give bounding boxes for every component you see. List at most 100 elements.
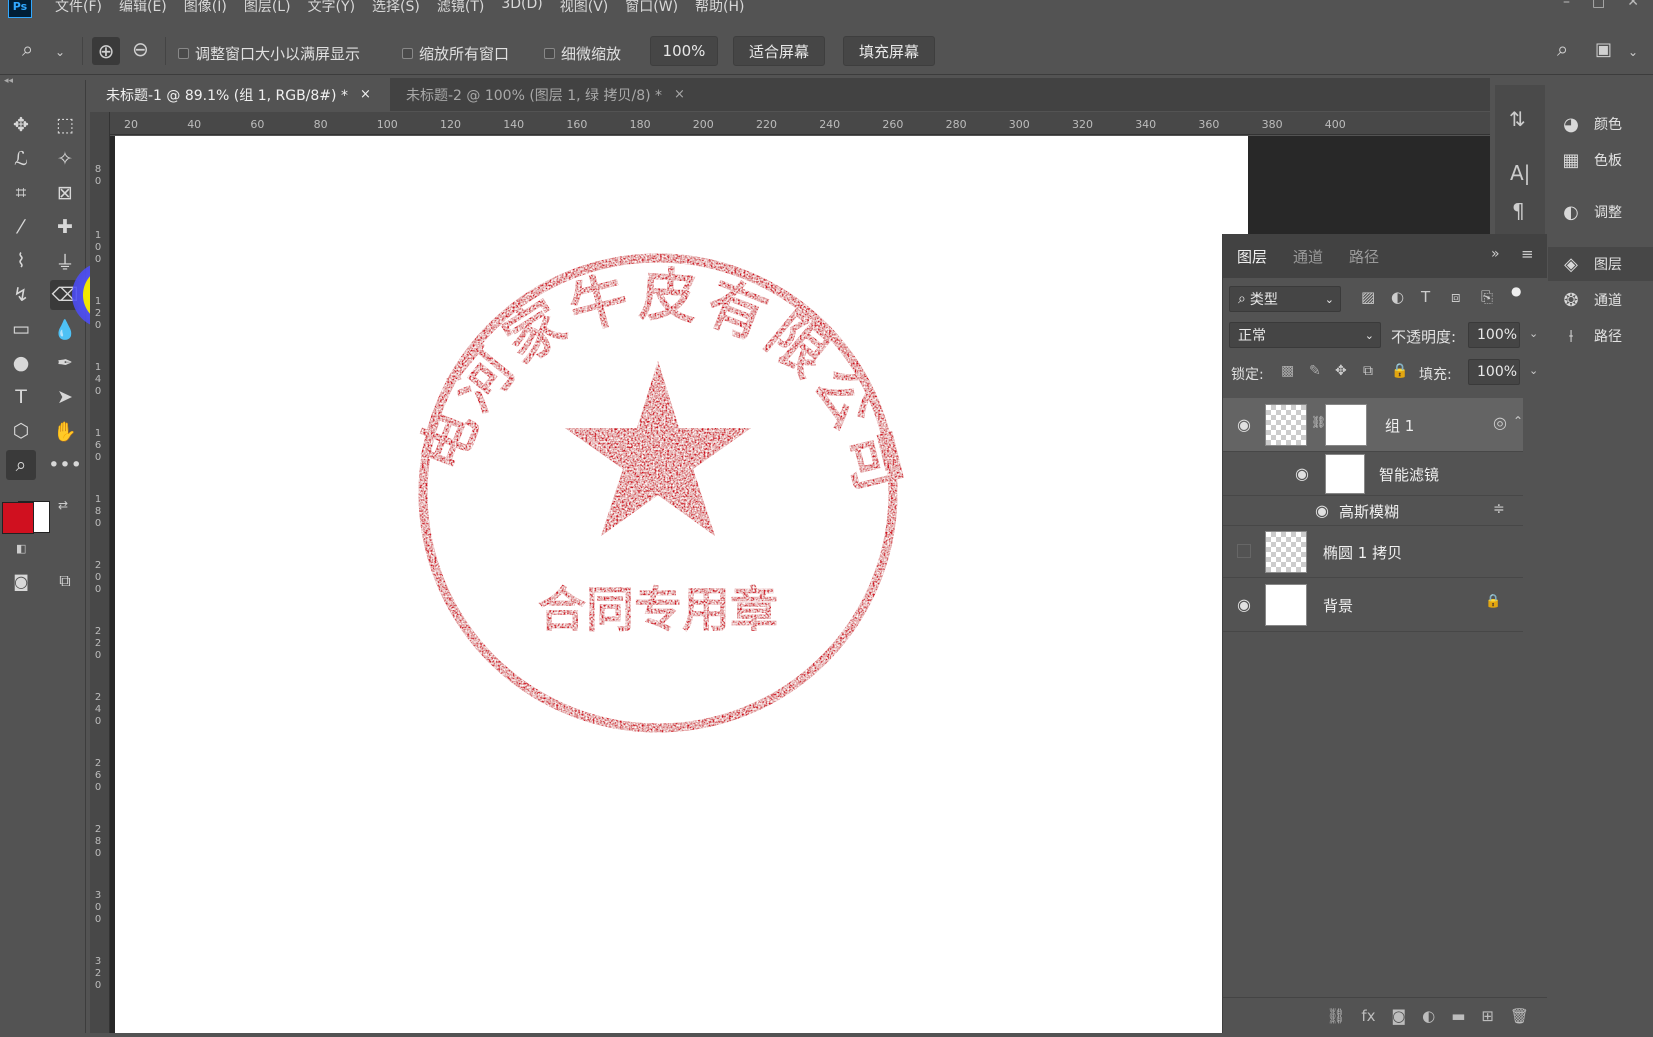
- close-icon[interactable]: ×: [360, 87, 371, 102]
- eyedropper-icon[interactable]: ⁄: [6, 212, 36, 242]
- default-colors-icon[interactable]: ◧: [16, 542, 26, 555]
- link-icon[interactable]: ⛓: [1311, 415, 1326, 429]
- layer-filter-select[interactable]: ⌕ 类型 ⌄: [1229, 286, 1341, 312]
- lock-all-icon[interactable]: 🔒: [1391, 363, 1408, 379]
- filter-toggle-icon[interactable]: ●: [1511, 284, 1521, 298]
- chevron-down-icon[interactable]: ⌄: [1529, 364, 1538, 377]
- menu-type[interactable]: 文字(Y): [308, 0, 355, 16]
- zoom-tool-preset-icon[interactable]: ⌕: [22, 37, 33, 61]
- checkbox-box[interactable]: [178, 48, 189, 59]
- add-mask-icon[interactable]: ◙: [1392, 1007, 1407, 1025]
- path-select-icon[interactable]: ➤: [50, 382, 80, 412]
- tab-paths[interactable]: 路径: [1349, 246, 1379, 267]
- lasso-tool-icon[interactable]: ℒ: [6, 144, 36, 174]
- resize-windows-checkbox[interactable]: 调整窗口大小以满屏显示: [178, 43, 360, 64]
- menu-3d[interactable]: 3D(D): [501, 0, 542, 16]
- lock-image-icon[interactable]: ✎: [1309, 363, 1321, 379]
- menu-select[interactable]: 选择(S): [372, 0, 420, 16]
- tab-layers[interactable]: 图层: [1237, 246, 1267, 267]
- chevron-down-icon[interactable]: ⌄: [55, 45, 65, 59]
- new-layer-icon[interactable]: ⊞: [1481, 1007, 1494, 1025]
- filter-shape-icon[interactable]: ⧈: [1451, 288, 1461, 306]
- panel-button-color[interactable]: ◕ 颜色: [1548, 107, 1653, 141]
- scrubby-zoom-checkbox[interactable]: 细微缩放: [544, 43, 621, 64]
- blend-mode-select[interactable]: 正常 ⌄: [1229, 322, 1381, 348]
- gradient-tool-icon[interactable]: ▭: [6, 314, 36, 344]
- chevron-down-icon[interactable]: ⌄: [1628, 45, 1638, 59]
- lock-position-icon[interactable]: ✥: [1335, 363, 1347, 379]
- minimize-icon[interactable]: –: [1563, 0, 1570, 10]
- menu-help[interactable]: 帮助(H): [695, 0, 744, 16]
- zoom-tool-icon[interactable]: ⌕: [6, 450, 36, 480]
- panel-button-swatches[interactable]: ▦ 色板: [1548, 143, 1653, 177]
- history-brush-icon[interactable]: ↯: [6, 280, 36, 310]
- layer-row-smart-filters[interactable]: ◉ 智能滤镜: [1223, 452, 1523, 496]
- hand-tool-icon[interactable]: ✋: [50, 416, 80, 446]
- visibility-toggle-empty[interactable]: [1237, 544, 1251, 558]
- visibility-eye-icon[interactable]: ◉: [1315, 501, 1329, 520]
- filter-smartobject-icon[interactable]: ⎘: [1481, 288, 1493, 306]
- maximize-icon[interactable]: □: [1592, 0, 1605, 10]
- zoom-all-checkbox[interactable]: 缩放所有窗口: [402, 43, 509, 64]
- layer-row-group-1[interactable]: ◉ ⛓ 组 1 ◎ ⌃: [1223, 398, 1523, 452]
- brush-tool-icon[interactable]: ⌇: [6, 246, 36, 276]
- history-icon[interactable]: ⇅: [1509, 107, 1526, 131]
- menu-filter[interactable]: 滤镜(T): [437, 0, 484, 16]
- menu-image[interactable]: 图像(I): [184, 0, 227, 16]
- collapse-icon[interactable]: ◂◂: [4, 76, 13, 86]
- panel-button-channels[interactable]: ❂ 通道: [1548, 283, 1653, 317]
- new-group-icon[interactable]: ▬: [1451, 1007, 1465, 1025]
- delete-icon[interactable]: 🗑: [1510, 1007, 1529, 1025]
- frame-tool-icon[interactable]: ⊠: [50, 178, 80, 208]
- chevron-down-icon[interactable]: ⌄: [1529, 327, 1538, 340]
- opacity-field[interactable]: 100%: [1468, 322, 1520, 348]
- foreground-color-swatch[interactable]: [2, 502, 34, 534]
- fit-screen-button[interactable]: 适合屏幕: [733, 36, 825, 66]
- type-tool-icon[interactable]: T: [6, 382, 36, 412]
- quick-mask-icon[interactable]: ◙: [6, 566, 36, 596]
- menu-file[interactable]: 文件(F): [55, 0, 102, 16]
- fx-icon[interactable]: fx: [1361, 1007, 1375, 1025]
- panel-button-paths[interactable]: ⟊ 路径: [1548, 319, 1653, 353]
- checkbox-box[interactable]: [402, 48, 413, 59]
- dodge-tool-icon[interactable]: ●: [6, 348, 36, 378]
- filter-mask-thumbnail[interactable]: [1325, 454, 1365, 494]
- tab-channels[interactable]: 通道: [1293, 246, 1323, 267]
- menu-window[interactable]: 窗口(W): [625, 0, 678, 16]
- swap-colors-icon[interactable]: ⇄: [58, 498, 68, 512]
- filter-adjustment-icon[interactable]: ◐: [1391, 288, 1404, 306]
- zoom-out-icon[interactable]: ⊖: [132, 37, 149, 61]
- checkbox-box[interactable]: [544, 48, 555, 59]
- search-icon[interactable]: ⌕: [1557, 37, 1568, 61]
- layer-row-background[interactable]: ◉ 背景 🔒: [1223, 578, 1523, 632]
- panel-button-adjustments[interactable]: ◐ 调整: [1548, 195, 1653, 229]
- expand-icon[interactable]: »: [1491, 246, 1500, 262]
- pen-tool-icon[interactable]: ✒: [50, 348, 80, 378]
- lock-transparent-icon[interactable]: ▩: [1281, 363, 1294, 379]
- workspace-icon[interactable]: ▣: [1595, 39, 1612, 60]
- shape-tool-icon[interactable]: ⬡: [6, 416, 36, 446]
- layer-row-gaussian-blur[interactable]: ◉ 高斯模糊 ≑: [1223, 496, 1523, 526]
- visibility-eye-icon[interactable]: ◉: [1237, 595, 1251, 614]
- menu-view[interactable]: 视图(V): [560, 0, 609, 16]
- filter-type-icon[interactable]: T: [1421, 288, 1430, 306]
- menu-edit[interactable]: 编辑(E): [119, 0, 167, 16]
- blur-tool-icon[interactable]: 💧: [50, 314, 80, 344]
- document-canvas[interactable]: 电河家牛皮有限公司 合同专用章: [115, 136, 1248, 1033]
- layer-row-ellipse-copy[interactable]: 椭圆 1 拷贝: [1223, 526, 1523, 578]
- magic-wand-icon[interactable]: ✧: [50, 144, 80, 174]
- tab-document-1[interactable]: 未标题-1 @ 89.1% (组 1, RGB/8#) * ×: [90, 78, 390, 111]
- panel-menu-icon[interactable]: ≡: [1521, 245, 1534, 263]
- close-icon[interactable]: ×: [674, 87, 685, 102]
- visibility-eye-icon[interactable]: ◉: [1237, 415, 1251, 434]
- zoom-level-field[interactable]: 100%: [650, 36, 718, 66]
- lock-artboard-icon[interactable]: ⧉: [1363, 363, 1373, 379]
- menu-layer[interactable]: 图层(L): [244, 0, 291, 16]
- tab-document-2[interactable]: 未标题-2 @ 100% (图层 1, 绿 拷贝/8) * ×: [390, 78, 710, 111]
- marquee-tool-icon[interactable]: ⬚: [50, 110, 80, 140]
- move-tool-icon[interactable]: ✥: [6, 110, 36, 140]
- chevron-up-icon[interactable]: ⌃: [1513, 414, 1523, 428]
- more-tools-icon[interactable]: •••: [48, 450, 82, 480]
- fill-field[interactable]: 100%: [1468, 359, 1520, 385]
- panel-button-layers[interactable]: ◈ 图层: [1548, 247, 1653, 281]
